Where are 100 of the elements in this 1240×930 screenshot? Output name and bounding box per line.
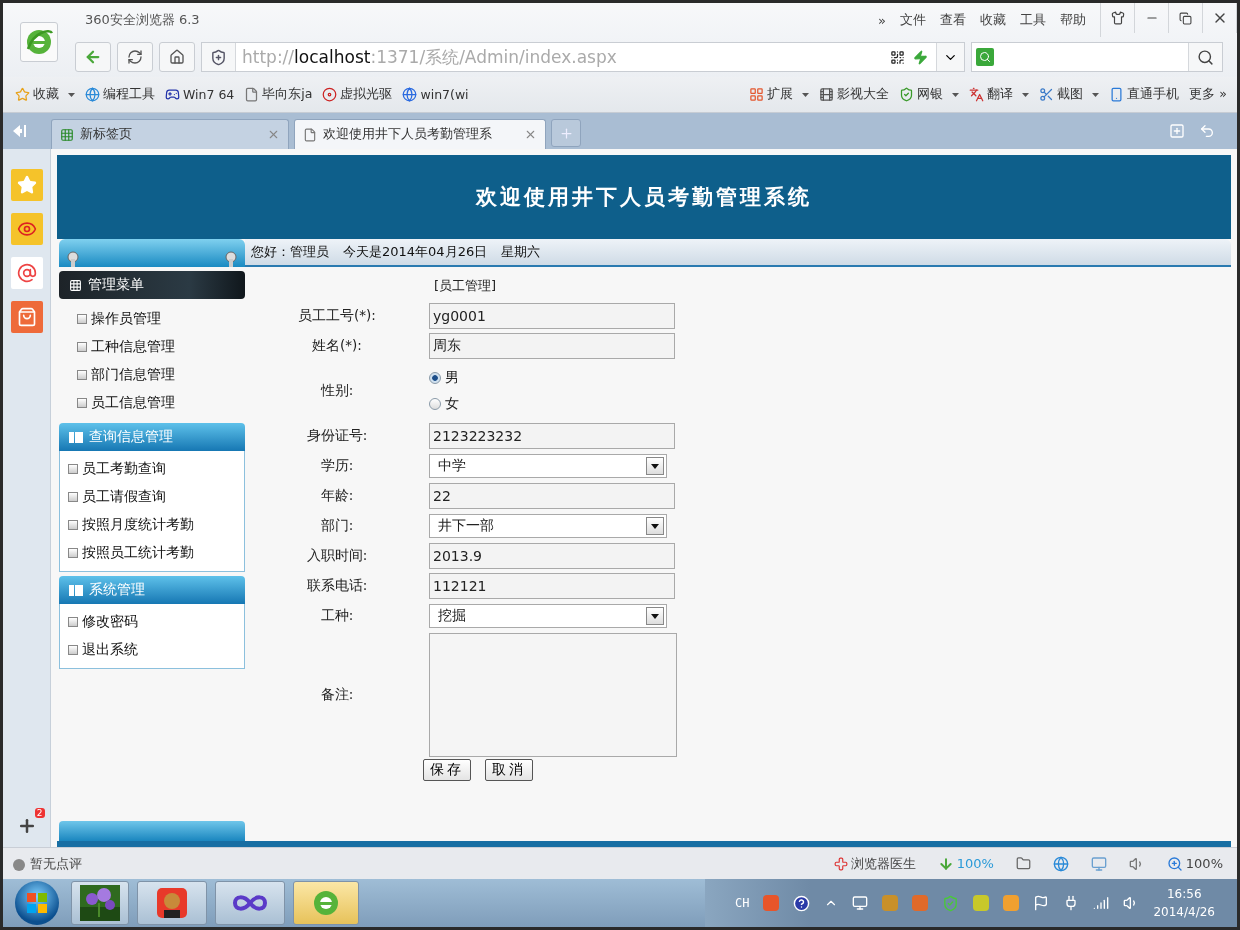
menu-link[interactable]: 工种信息管理 <box>77 333 245 361</box>
radio-button[interactable] <box>429 398 441 410</box>
browser-tab[interactable]: 新标签页 <box>51 119 289 149</box>
menu-group-header[interactable]: 管理菜单 <box>59 271 245 299</box>
plus-icon <box>558 125 574 141</box>
shield-icon[interactable] <box>942 894 960 912</box>
menu-group-title: 查询信息管理 <box>89 428 173 446</box>
taskbar-app[interactable] <box>137 881 207 925</box>
menu-link[interactable]: 员工请假查询 <box>68 483 244 511</box>
input-field[interactable]: 2013.9 <box>429 543 675 569</box>
form-title: [员工管理] <box>433 278 497 293</box>
url-text: http://localhost:1371/系统/Admin/index.aspx <box>241 45 618 69</box>
menu-item[interactable]: 工具 <box>1020 11 1046 29</box>
menu-link[interactable]: 按照月度统计考勤 <box>68 511 244 539</box>
input-field[interactable]: 112121 <box>429 573 675 599</box>
close-tab-icon[interactable] <box>267 128 280 141</box>
greeting-text: 您好：管理员 <box>251 243 329 261</box>
flag-icon[interactable] <box>1033 895 1050 911</box>
help-icon[interactable] <box>793 894 811 912</box>
menu-item[interactable]: 文件 <box>900 11 926 29</box>
select-field[interactable]: 井下一部 <box>429 514 667 538</box>
radio-button[interactable] <box>429 372 441 384</box>
field-label: 年龄: <box>319 487 355 505</box>
address-bar[interactable]: http://localhost:1371/系统/Admin/index.aspx <box>201 42 965 72</box>
dropdown-button[interactable] <box>936 43 964 71</box>
monitor-icon[interactable] <box>1090 855 1107 872</box>
more-link[interactable]: 更多 » <box>1189 86 1227 103</box>
back-button[interactable] <box>75 42 111 72</box>
search-button[interactable] <box>1188 43 1222 71</box>
menu-link[interactable]: 员工考勤查询 <box>68 455 244 483</box>
input-field[interactable]: 22 <box>429 483 675 509</box>
taskbar-app[interactable] <box>71 881 129 925</box>
toolbar-item[interactable]: 网银 <box>899 86 960 103</box>
menu-link[interactable]: 按照员工统计考勤 <box>68 539 244 567</box>
browser-tab[interactable]: 欢迎使用井下人员考勤管理系 <box>294 119 546 149</box>
globe-icon[interactable] <box>1052 855 1069 872</box>
film-icon <box>819 87 835 102</box>
star-icon <box>15 87 30 102</box>
panel-icon <box>69 584 83 596</box>
grid-icon <box>60 127 74 142</box>
menu-link[interactable]: 部门信息管理 <box>77 361 245 389</box>
menu-item[interactable]: 收藏 <box>980 11 1006 29</box>
menu-link[interactable]: 退出系统 <box>68 636 244 664</box>
input-field[interactable]: yg0001 <box>429 303 675 329</box>
select-field[interactable]: 中学 <box>429 454 667 478</box>
shield-icon <box>210 48 227 66</box>
bookmark-item[interactable]: 毕向东ja <box>244 86 313 103</box>
menu-item[interactable]: » <box>878 12 886 28</box>
comment-status[interactable]: 暂无点评 <box>11 854 82 873</box>
phone-icon <box>1109 87 1125 102</box>
scissors-icon <box>1039 87 1055 102</box>
qr-code-icon[interactable] <box>890 49 905 65</box>
menu-link[interactable]: 修改密码 <box>68 608 244 636</box>
textarea-field[interactable] <box>429 633 677 757</box>
page-icon <box>244 87 260 102</box>
weibo-button[interactable] <box>10 213 43 245</box>
mail-button[interactable] <box>10 257 43 289</box>
menu-link[interactable]: 操作员管理 <box>77 305 245 333</box>
bookmark-item[interactable]: 收藏 <box>15 86 75 103</box>
disc-icon <box>322 87 338 102</box>
bookmark-item[interactable]: win7(wi <box>402 87 469 102</box>
bookmark-item[interactable]: 编程工具 <box>85 86 155 103</box>
toolbar-item[interactable]: 影视大全 <box>819 86 890 103</box>
menu-item[interactable]: 帮助 <box>1060 11 1086 29</box>
lightning-icon[interactable] <box>913 49 928 65</box>
undo-icon[interactable] <box>1199 123 1215 139</box>
taskbar-app[interactable] <box>215 881 285 925</box>
browser-logo[interactable] <box>20 22 58 62</box>
toolbar-item[interactable]: 翻译 <box>969 86 1030 103</box>
folder-icon[interactable] <box>1015 856 1031 871</box>
browser-doctor-button[interactable]: 浏览器医生 <box>833 854 916 873</box>
weekday-text: 星期六 <box>501 243 541 261</box>
menu-item[interactable]: 查看 <box>940 11 966 29</box>
home-button[interactable] <box>159 42 195 72</box>
new-window-icon[interactable] <box>1169 123 1185 139</box>
toolbar-item[interactable]: 直通手机 <box>1109 86 1180 103</box>
menu-link[interactable]: 员工信息管理 <box>77 389 245 417</box>
shopping-button[interactable] <box>10 301 43 333</box>
zoom-status[interactable]: 100% <box>1166 855 1223 872</box>
bookmark-item[interactable]: Win7 64 <box>165 87 235 102</box>
caret-icon <box>952 92 960 97</box>
input-field[interactable]: 2123223232 <box>429 423 675 449</box>
search-field[interactable] <box>971 42 1223 72</box>
close-tab-icon[interactable] <box>524 128 537 141</box>
sidebar-toggle-icon[interactable] <box>11 123 27 139</box>
toolbar-item[interactable]: 截图 <box>1039 86 1100 103</box>
field-label: 姓名(*): <box>311 337 363 355</box>
bookmark-item[interactable]: 虚拟光驱 <box>322 86 393 103</box>
form-button[interactable]: 保存 <box>423 759 471 781</box>
select-field[interactable]: 挖掘 <box>429 604 667 628</box>
dropdown-arrow-icon <box>651 463 659 469</box>
favorites-button[interactable] <box>10 169 43 201</box>
toolbar-item[interactable]: 扩展 <box>749 86 810 103</box>
signal-icon[interactable] <box>1093 895 1110 911</box>
input-field[interactable]: 周东 <box>429 333 675 359</box>
refresh-button[interactable] <box>117 42 153 72</box>
start-button[interactable] <box>15 881 59 925</box>
new-tab-button[interactable] <box>551 119 581 147</box>
clock[interactable]: 16:56 2014/4/26 <box>1153 885 1215 921</box>
form-button[interactable]: 取消 <box>485 759 533 781</box>
